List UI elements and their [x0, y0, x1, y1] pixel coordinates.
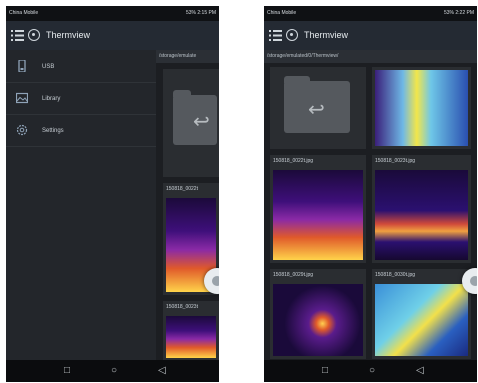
settings-gear-icon — [16, 124, 28, 136]
folder-up-tile[interactable]: ↩ — [163, 69, 219, 177]
thermal-image-thumbnail — [273, 170, 363, 260]
image-filename: 150818_0023t — [166, 304, 198, 310]
status-indicators: 53% 2:15 PM — [185, 10, 216, 16]
image-filename: 150818_0029t.jpg — [273, 272, 314, 278]
back-icon[interactable]: ◁ — [158, 364, 166, 378]
system-nav-bar: □ ○ ◁ — [6, 360, 219, 382]
navigation-drawer: USB Library Settings — [6, 50, 156, 360]
app-title: Thermview — [304, 30, 349, 40]
recent-apps-icon[interactable]: □ — [64, 364, 70, 378]
app-bar: Thermview — [264, 21, 477, 50]
menu-icon[interactable] — [269, 29, 282, 42]
left-phone-screen: China Mobile 53% 2:15 PM Thermview /stor… — [6, 6, 219, 382]
status-bar: China Mobile 53% 2:15 PM — [6, 6, 219, 21]
carrier-name: China Mobile — [9, 10, 39, 16]
home-icon[interactable]: ○ — [369, 364, 375, 378]
recent-apps-icon[interactable]: □ — [322, 364, 328, 378]
usb-icon — [18, 60, 26, 72]
image-filename: 150818_0023t.jpg — [375, 158, 416, 164]
thermview-logo-icon — [28, 29, 40, 41]
image-filename: 150818_0022t.jpg — [273, 158, 314, 164]
thermal-image-thumbnail — [273, 284, 363, 356]
image-tile[interactable]: 150818_0023t.jpg — [372, 155, 471, 263]
image-tile[interactable]: 150818_0023t — [163, 301, 219, 361]
app-title: Thermview — [46, 30, 91, 40]
back-arrow-icon: ↩ — [193, 111, 210, 133]
thermview-logo-icon — [286, 29, 298, 41]
file-grid: ↩ 150818_0022t.jpg 150818_0023t.jpg 1508… — [264, 63, 477, 360]
drawer-item-library[interactable]: Library — [6, 84, 156, 115]
back-icon[interactable]: ◁ — [416, 364, 424, 378]
folder-up-tile[interactable]: ↩ — [270, 67, 366, 149]
image-tile[interactable] — [372, 67, 471, 149]
library-icon — [16, 92, 28, 104]
right-phone-screen: China Mobile 53% 2:22 PM Thermview /stor… — [264, 6, 477, 382]
image-tile[interactable]: 150818_0030t.jpg — [372, 269, 471, 359]
thermal-image-thumbnail — [375, 70, 468, 146]
image-filename: 150818_0022t — [166, 186, 198, 192]
drawer-item-settings[interactable]: Settings — [6, 116, 156, 147]
app-bar: Thermview — [6, 21, 219, 50]
path-breadcrumb: /storage/emulated/0/Thermview/ — [264, 50, 477, 63]
home-icon[interactable]: ○ — [111, 364, 117, 378]
carrier-name: China Mobile — [267, 10, 297, 16]
status-bar: China Mobile 53% 2:22 PM — [264, 6, 477, 21]
path-breadcrumb: /storage/emulate — [156, 50, 219, 63]
back-arrow-icon: ↩ — [308, 99, 325, 121]
image-tile[interactable]: 150818_0022t.jpg — [270, 155, 366, 263]
image-filename: 150818_0030t.jpg — [375, 272, 416, 278]
status-indicators: 53% 2:22 PM — [443, 10, 474, 16]
drawer-item-label: Library — [42, 96, 61, 102]
system-nav-bar: □ ○ ◁ — [264, 360, 477, 382]
thermal-image-thumbnail — [375, 170, 468, 260]
thermal-image-thumbnail — [375, 284, 468, 356]
drawer-item-usb[interactable]: USB — [6, 52, 156, 83]
menu-icon[interactable] — [11, 29, 24, 42]
drawer-item-label: USB — [42, 64, 55, 70]
image-tile[interactable]: 150818_0029t.jpg — [270, 269, 366, 359]
drawer-item-label: Settings — [42, 128, 64, 134]
thermal-image-thumbnail — [166, 316, 216, 358]
